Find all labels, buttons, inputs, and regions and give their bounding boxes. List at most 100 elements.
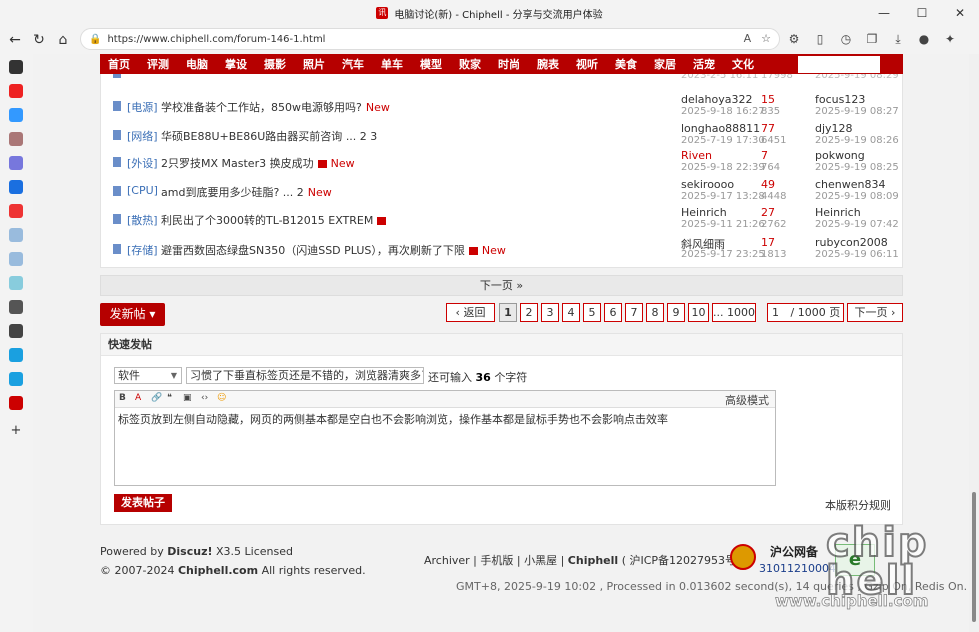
- smiley-icon[interactable]: ☺: [217, 393, 226, 403]
- thread-replies[interactable]: 49: [761, 178, 775, 191]
- tab-app-icon[interactable]: [9, 156, 23, 170]
- page-link[interactable]: 8: [646, 303, 664, 322]
- category-select[interactable]: 软件 ▼: [114, 367, 182, 384]
- thread-category[interactable]: [网络]: [127, 128, 158, 144]
- nav-item[interactable]: 美食: [615, 56, 637, 72]
- page-link[interactable]: 7: [625, 303, 643, 322]
- thread-row[interactable]: [外设] 2只罗技MX Master3 换皮成功 New Riven 2025-9…: [100, 149, 903, 178]
- thread-author[interactable]: sekiroooo: [681, 178, 734, 191]
- tab-bilibili2-icon[interactable]: [9, 372, 23, 386]
- nav-item[interactable]: 文化: [732, 56, 754, 72]
- quote-icon[interactable]: ❝: [167, 393, 172, 403]
- nav-item[interactable]: 评测: [147, 56, 169, 72]
- thread-category[interactable]: [CPU]: [127, 184, 158, 197]
- nav-item[interactable]: 活宠: [693, 56, 715, 72]
- thread-author[interactable]: delahoya322: [681, 93, 753, 106]
- thread-last-poster[interactable]: Heinrich: [815, 206, 861, 219]
- thread-title[interactable]: 避雷西数固态绿盘SN350（闪迪SSD PLUS），再次刷新了下限 New: [161, 242, 506, 258]
- tab-avatar-icon[interactable]: [9, 132, 23, 146]
- thread-last-date[interactable]: 2025-9-19 07:42: [815, 219, 899, 230]
- thread-title[interactable]: 2只罗技MX Master3 换皮成功 New: [161, 155, 355, 171]
- tab-actions-icon[interactable]: [9, 60, 23, 74]
- thread-last-date[interactable]: 2025-9-19 08:25: [815, 162, 899, 173]
- tab-weibo-icon[interactable]: [9, 204, 23, 218]
- mobile-link[interactable]: 手机版: [480, 554, 513, 567]
- discuz-link[interactable]: Discuz!: [167, 545, 212, 558]
- thread-last-poster[interactable]: djy128: [815, 122, 853, 135]
- thread-replies[interactable]: 17: [761, 236, 775, 249]
- advanced-mode-link[interactable]: 高级模式: [725, 392, 769, 408]
- tab-chiphell-icon[interactable]: [9, 396, 23, 410]
- thread-category[interactable]: [散热]: [127, 212, 158, 228]
- tab-bilibili-icon[interactable]: [9, 348, 23, 362]
- nav-item[interactable]: 败家: [459, 56, 481, 72]
- nav-item[interactable]: 电脑: [186, 56, 208, 72]
- thread-replies[interactable]: 77: [761, 122, 775, 135]
- collections-icon[interactable]: ❐: [862, 28, 882, 50]
- address-bar[interactable]: 🔒 https://www.chiphell.com/forum-146-1.h…: [80, 28, 780, 50]
- nav-item[interactable]: 腕表: [537, 56, 559, 72]
- thread-row[interactable]: [电源] 学校准备装个工作站，850w电源够用吗? New delahoya322…: [100, 93, 903, 122]
- thread-title[interactable]: amd到底要用多少硅脂? ... 2 New: [161, 184, 332, 200]
- police-badge[interactable]: 沪公网备 31011210004287: [730, 542, 857, 578]
- thread-replies[interactable]: 27: [761, 206, 775, 219]
- page-link[interactable]: 5: [583, 303, 601, 322]
- scrollbar-thumb[interactable]: [972, 492, 976, 622]
- tab-x-icon[interactable]: [9, 300, 23, 314]
- post-editor[interactable]: B A 🔗 ❝ ▣ ‹› ☺ 高级模式 标签页放到左侧自动隐藏，网页的两侧基本都…: [114, 390, 776, 486]
- nav-item[interactable]: 汽车: [342, 56, 364, 72]
- thread-category[interactable]: [电源]: [127, 99, 158, 115]
- thread-last-date[interactable]: 2025-9-19 06:11: [815, 249, 899, 260]
- thread-category[interactable]: [存储]: [127, 242, 158, 258]
- next-page-button[interactable]: 下一页 ›: [847, 303, 903, 322]
- nav-item[interactable]: 模型: [420, 56, 442, 72]
- thread-row[interactable]: [CPU] amd到底要用多少硅脂? ... 2 New sekiroooo 20…: [100, 178, 903, 207]
- tab-loading-icon[interactable]: [9, 276, 23, 290]
- bold-icon[interactable]: B: [119, 393, 126, 403]
- tab-gear2-icon[interactable]: [9, 252, 23, 266]
- downloads-icon[interactable]: ⤓: [888, 28, 908, 50]
- nav-item[interactable]: 视听: [576, 56, 598, 72]
- thread-last-date[interactable]: 2025-9-19 08:27: [815, 106, 899, 117]
- nav-item[interactable]: 单车: [381, 56, 403, 72]
- thread-row[interactable]: [网络] 华硕BE88U+BE86U路由器买前咨询 ... 2 3 longha…: [100, 122, 903, 151]
- current-page[interactable]: 1: [499, 303, 517, 322]
- thread-pages[interactable]: ... 2: [283, 186, 304, 199]
- thread-last-date[interactable]: 2025-9-19 08:26: [815, 135, 899, 146]
- thread-author[interactable]: Riven: [681, 149, 712, 162]
- extensions-icon[interactable]: ⚙: [784, 28, 804, 50]
- nav-item[interactable]: 照片: [303, 56, 325, 72]
- points-rules-link[interactable]: 本版积分规则: [825, 497, 891, 513]
- thread-author[interactable]: longhao88811: [681, 122, 760, 135]
- subject-input[interactable]: 习惯了下垂直标签页还是不错的，浏览器清爽多了: [186, 367, 424, 384]
- back-button[interactable]: ‹ 返回: [446, 303, 495, 322]
- thread-last-poster[interactable]: rubycon2008: [815, 236, 888, 249]
- thread-row[interactable]: [散热] 利民出了个3000转的TL-B12015 EXTREM Heinric…: [100, 206, 903, 235]
- profile-avatar-icon[interactable]: ●: [914, 28, 934, 50]
- thread-pages[interactable]: ... 2 3: [346, 130, 377, 143]
- new-tab-icon[interactable]: +: [9, 424, 23, 438]
- nav-item[interactable]: 掌设: [225, 56, 247, 72]
- tab-gear-icon[interactable]: [9, 228, 23, 242]
- page-jump-input[interactable]: 1 / 1000 页: [767, 303, 844, 322]
- close-icon[interactable]: ✕: [941, 0, 979, 26]
- thread-last-poster[interactable]: focus123: [815, 93, 865, 106]
- code-icon[interactable]: ‹›: [201, 393, 208, 403]
- home-icon[interactable]: ⌂: [50, 27, 76, 53]
- thread-title[interactable]: 华硕BE88U+BE86U路由器买前咨询 ... 2 3: [161, 128, 377, 144]
- font-color-icon[interactable]: A: [135, 393, 141, 403]
- site-name-link[interactable]: Chiphell: [568, 554, 618, 567]
- tab-star-icon[interactable]: [9, 108, 23, 122]
- thread-last-date[interactable]: 2025-9-19 08:09: [815, 191, 899, 202]
- favorite-star-icon[interactable]: ☆: [761, 32, 771, 45]
- back-icon[interactable]: ←: [2, 27, 28, 53]
- maximize-icon[interactable]: ☐: [903, 0, 941, 26]
- thread-title[interactable]: 学校准备装个工作站，850w电源够用吗? New: [161, 99, 390, 115]
- nav-item[interactable]: 时尚: [498, 56, 520, 72]
- link-icon[interactable]: 🔗: [151, 393, 162, 403]
- page-link[interactable]: 2: [520, 303, 538, 322]
- thread-category[interactable]: [外设]: [127, 155, 158, 171]
- nav-item[interactable]: 家居: [654, 56, 676, 72]
- editor-text[interactable]: 标签页放到左侧自动隐藏，网页的两侧基本都是空白也不会影响浏览，操作基本都是鼠标手…: [118, 411, 668, 427]
- blackroom-link[interactable]: 小黑屋: [524, 554, 557, 567]
